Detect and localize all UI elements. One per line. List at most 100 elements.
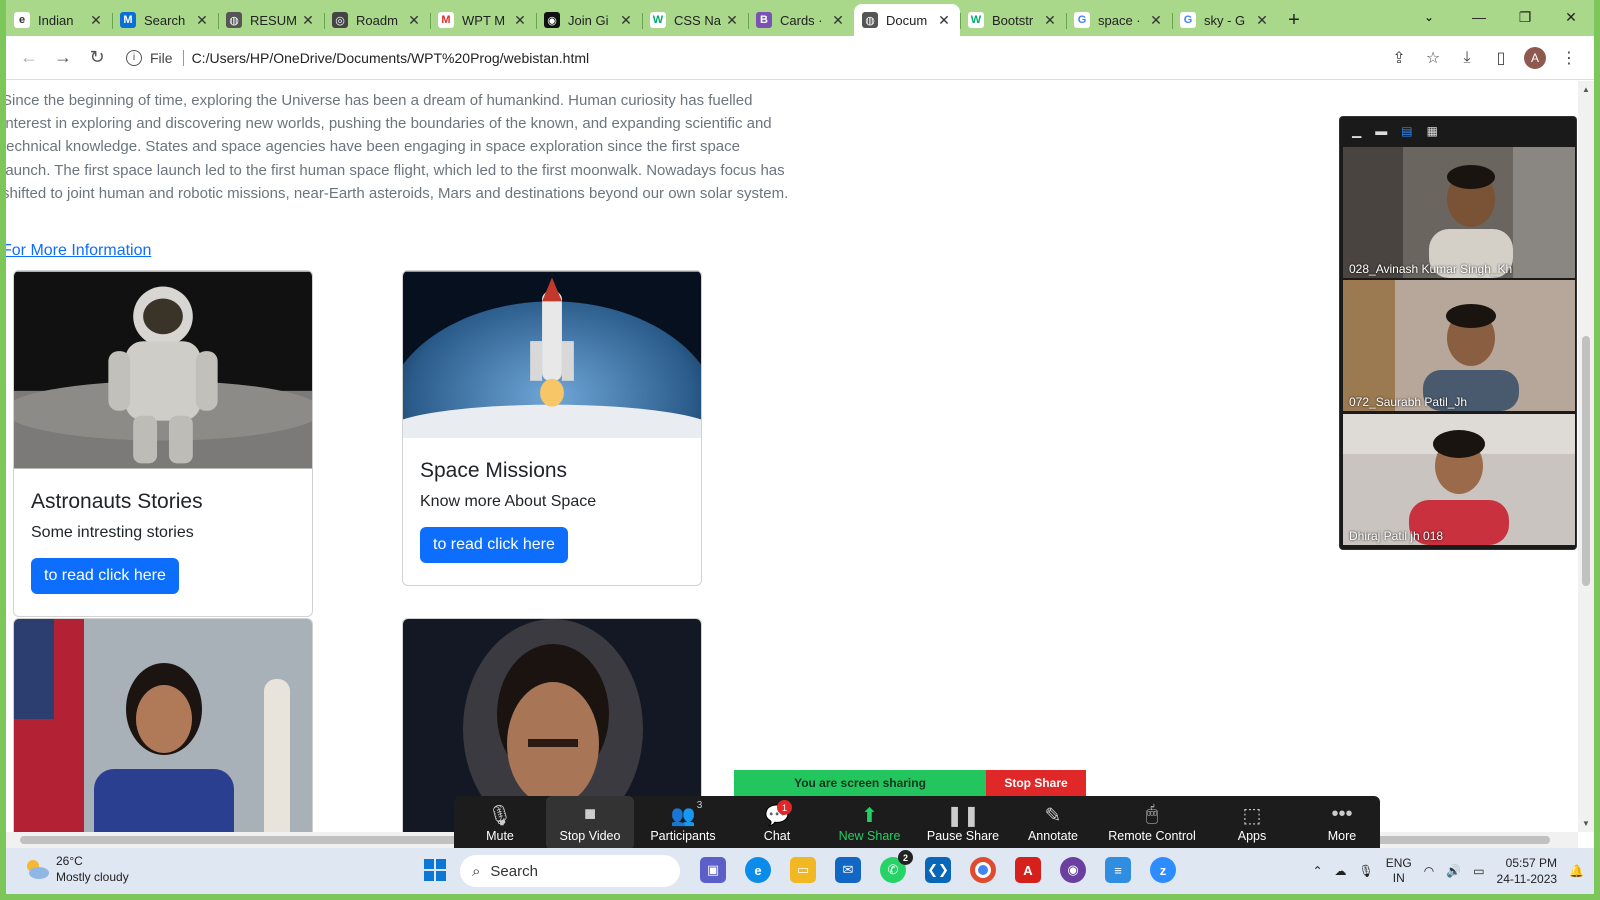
browser-tab[interactable]: ◎ Roadm ✕ bbox=[324, 4, 430, 36]
read-button-space-missions[interactable]: to read click here bbox=[420, 527, 568, 563]
language-indicator[interactable]: ENG IN bbox=[1386, 856, 1412, 886]
minimize-video-icon[interactable]: ▁ bbox=[1352, 124, 1361, 138]
stop-share-button[interactable]: Stop Share bbox=[986, 770, 1086, 796]
back-icon[interactable]: ← bbox=[12, 41, 46, 75]
tab-close-icon[interactable]: ✕ bbox=[194, 12, 210, 29]
volume-icon[interactable]: 🔊 bbox=[1446, 864, 1461, 878]
bookmark-star-icon[interactable]: ☆ bbox=[1416, 48, 1450, 68]
cloudy-weather-icon bbox=[27, 860, 49, 879]
zoom-video-panel: ▁ ▬ ▤ ▦ 028_Avinash Kumar Singh_Kh 072_S… bbox=[1339, 116, 1577, 550]
vertical-scroll-thumb[interactable] bbox=[1582, 336, 1590, 586]
tab-favicon-icon: e bbox=[14, 12, 30, 28]
browser-tab[interactable]: W Bootstr ✕ bbox=[960, 4, 1066, 36]
site-info-icon[interactable]: i bbox=[126, 49, 142, 66]
address-url[interactable]: C:/Users/HP/OneDrive/Documents/WPT%20Pro… bbox=[192, 50, 590, 66]
tab-close-icon[interactable]: ✕ bbox=[830, 12, 846, 29]
tab-close-icon[interactable]: ✕ bbox=[512, 12, 528, 29]
browser-tab[interactable]: W CSS Na ✕ bbox=[642, 4, 748, 36]
gallery-view-icon[interactable]: ▦ bbox=[1427, 124, 1438, 138]
new-tab-button[interactable]: + bbox=[1278, 4, 1310, 36]
tab-title: Roadm bbox=[356, 12, 398, 28]
tab-close-icon[interactable]: ✕ bbox=[88, 12, 104, 29]
address-bar[interactable]: i File C:/Users/HP/OneDrive/Documents/WP… bbox=[126, 41, 589, 75]
vertical-scrollbar[interactable]: ▲ ▼ bbox=[1578, 81, 1594, 832]
tab-close-icon[interactable]: ✕ bbox=[406, 12, 422, 29]
speaker-view-icon[interactable]: ▤ bbox=[1401, 124, 1412, 138]
screen-share-status: You are screen sharing Stop Share bbox=[734, 770, 1086, 796]
thumbnail-view-icon[interactable]: ▬ bbox=[1375, 124, 1387, 138]
zoom-new-share-button[interactable]: ⬆ New Share bbox=[822, 796, 917, 850]
notifications-icon[interactable]: 🔔 bbox=[1569, 864, 1584, 878]
zoom-chat-button[interactable]: 💬 Chat 1 bbox=[732, 796, 822, 850]
tab-close-icon[interactable]: ✕ bbox=[1148, 12, 1164, 29]
participant-video[interactable]: 028_Avinash Kumar Singh_Kh bbox=[1343, 147, 1575, 278]
zoom-apps-button[interactable]: ⬚ Apps bbox=[1207, 796, 1297, 850]
sharing-text: You are screen sharing bbox=[794, 776, 926, 790]
tab-close-icon[interactable]: ✕ bbox=[724, 12, 740, 29]
onedrive-icon[interactable]: ☁ bbox=[1335, 864, 1347, 878]
close-window-icon[interactable]: ✕ bbox=[1548, 0, 1594, 34]
zoom-pause-share-button[interactable]: ❚❚ Pause Share bbox=[917, 796, 1009, 850]
zoom-participants-button[interactable]: 👥 Participants 3 bbox=[634, 796, 732, 850]
maximize-icon[interactable]: ❐ bbox=[1502, 0, 1548, 34]
browser-tab[interactable]: M WPT M ✕ bbox=[430, 4, 536, 36]
teams-chat-icon[interactable]: ▣ bbox=[700, 857, 726, 883]
vscode-icon[interactable]: ❮❯ bbox=[925, 857, 951, 883]
browser-tab[interactable]: Gspace · ✕ bbox=[1066, 4, 1172, 36]
reload-icon[interactable]: ↻ bbox=[80, 41, 114, 75]
clock[interactable]: 05:57 PM 24-11-2023 bbox=[1497, 855, 1558, 887]
weather-widget[interactable]: 26°C Mostly cloudy bbox=[24, 853, 129, 885]
mail-icon[interactable]: ✉ bbox=[835, 857, 861, 883]
participant-count: 3 bbox=[696, 800, 703, 811]
participant-video[interactable]: 072_Saurabh Patil_Jh bbox=[1343, 280, 1575, 411]
file-explorer-icon[interactable]: ▭ bbox=[790, 857, 816, 883]
profile-avatar[interactable]: A bbox=[1524, 47, 1546, 69]
zoom-more-button[interactable]: ••• More bbox=[1297, 796, 1387, 850]
battery-icon[interactable]: ▭ bbox=[1473, 864, 1484, 878]
browser-tab[interactable]: ◍ RESUM ✕ bbox=[218, 4, 324, 36]
read-button-astronauts[interactable]: to read click here bbox=[31, 558, 179, 594]
browser-tab[interactable]: e Indian ✕ bbox=[6, 4, 112, 36]
minimize-icon[interactable]: — bbox=[1456, 0, 1502, 34]
chat-unread-badge: 1 bbox=[777, 800, 792, 815]
browser-tab[interactable]: M Search ✕ bbox=[112, 4, 218, 36]
browser-tab[interactable]: ◍ Docum ✕ bbox=[854, 4, 960, 36]
microphone-icon[interactable]: 🎙 bbox=[1359, 864, 1374, 878]
chrome-icon[interactable] bbox=[970, 857, 996, 883]
notepad-icon[interactable]: ≡ bbox=[1105, 857, 1131, 883]
tab-close-icon[interactable]: ✕ bbox=[300, 12, 316, 29]
wifi-icon[interactable]: ◠ bbox=[1424, 864, 1434, 878]
start-windows-icon[interactable] bbox=[422, 857, 448, 883]
participant-video[interactable]: Dhiraj Patil jh 018 bbox=[1343, 414, 1575, 545]
edge-browser-icon[interactable]: e bbox=[745, 857, 771, 883]
zoom-stop-video-button[interactable]: ■ Stop Video bbox=[546, 796, 634, 850]
tab-close-icon[interactable]: ✕ bbox=[936, 12, 952, 29]
zoom-app-icon[interactable]: z bbox=[1150, 857, 1176, 883]
zoom-mute-button[interactable]: 🎙 Mute bbox=[454, 796, 546, 850]
tab-search-button[interactable]: ⌄ bbox=[1414, 4, 1444, 30]
tab-close-icon[interactable]: ✕ bbox=[618, 12, 634, 29]
forward-icon[interactable]: → bbox=[46, 41, 80, 75]
zoom-remote-control-button[interactable]: 🖱 Remote Control bbox=[1097, 796, 1207, 850]
card-astronauts-stories: Astronauts Stories Some intresting stori… bbox=[13, 270, 313, 617]
taskbar-search[interactable]: ⌕ Search bbox=[460, 855, 680, 887]
side-panel-icon[interactable]: ▯ bbox=[1484, 48, 1518, 68]
share-icon[interactable]: ⇪ bbox=[1382, 48, 1416, 68]
download-icon[interactable]: ⤓ bbox=[1450, 49, 1484, 67]
show-hidden-icons-icon[interactable]: ⌃ bbox=[1312, 864, 1322, 878]
tab-close-icon[interactable]: ✕ bbox=[1254, 12, 1270, 29]
browser-tab[interactable]: ◉ Join Gi ✕ bbox=[536, 4, 642, 36]
pause-share-icon: ❚❚ bbox=[946, 805, 980, 827]
whatsapp-icon[interactable]: ✆ 2 bbox=[880, 850, 913, 883]
browser-tab[interactable]: B Cards · ✕ bbox=[748, 4, 854, 36]
acrobat-icon[interactable]: A bbox=[1015, 857, 1041, 883]
tab-close-icon[interactable]: ✕ bbox=[1042, 12, 1058, 29]
zoom-annotate-button[interactable]: ✎ Annotate bbox=[1009, 796, 1097, 850]
browser-menu-icon[interactable]: ⋮ bbox=[1552, 48, 1586, 68]
tab-favicon-icon: G bbox=[1180, 12, 1196, 28]
more-information-link[interactable]: For More Information bbox=[6, 242, 151, 260]
scroll-down-icon[interactable]: ▼ bbox=[1582, 819, 1590, 828]
scroll-up-icon[interactable]: ▲ bbox=[1582, 85, 1590, 94]
github-desktop-icon[interactable]: ◉ bbox=[1060, 857, 1086, 883]
browser-tab[interactable]: Gsky - G ✕ bbox=[1172, 4, 1278, 36]
